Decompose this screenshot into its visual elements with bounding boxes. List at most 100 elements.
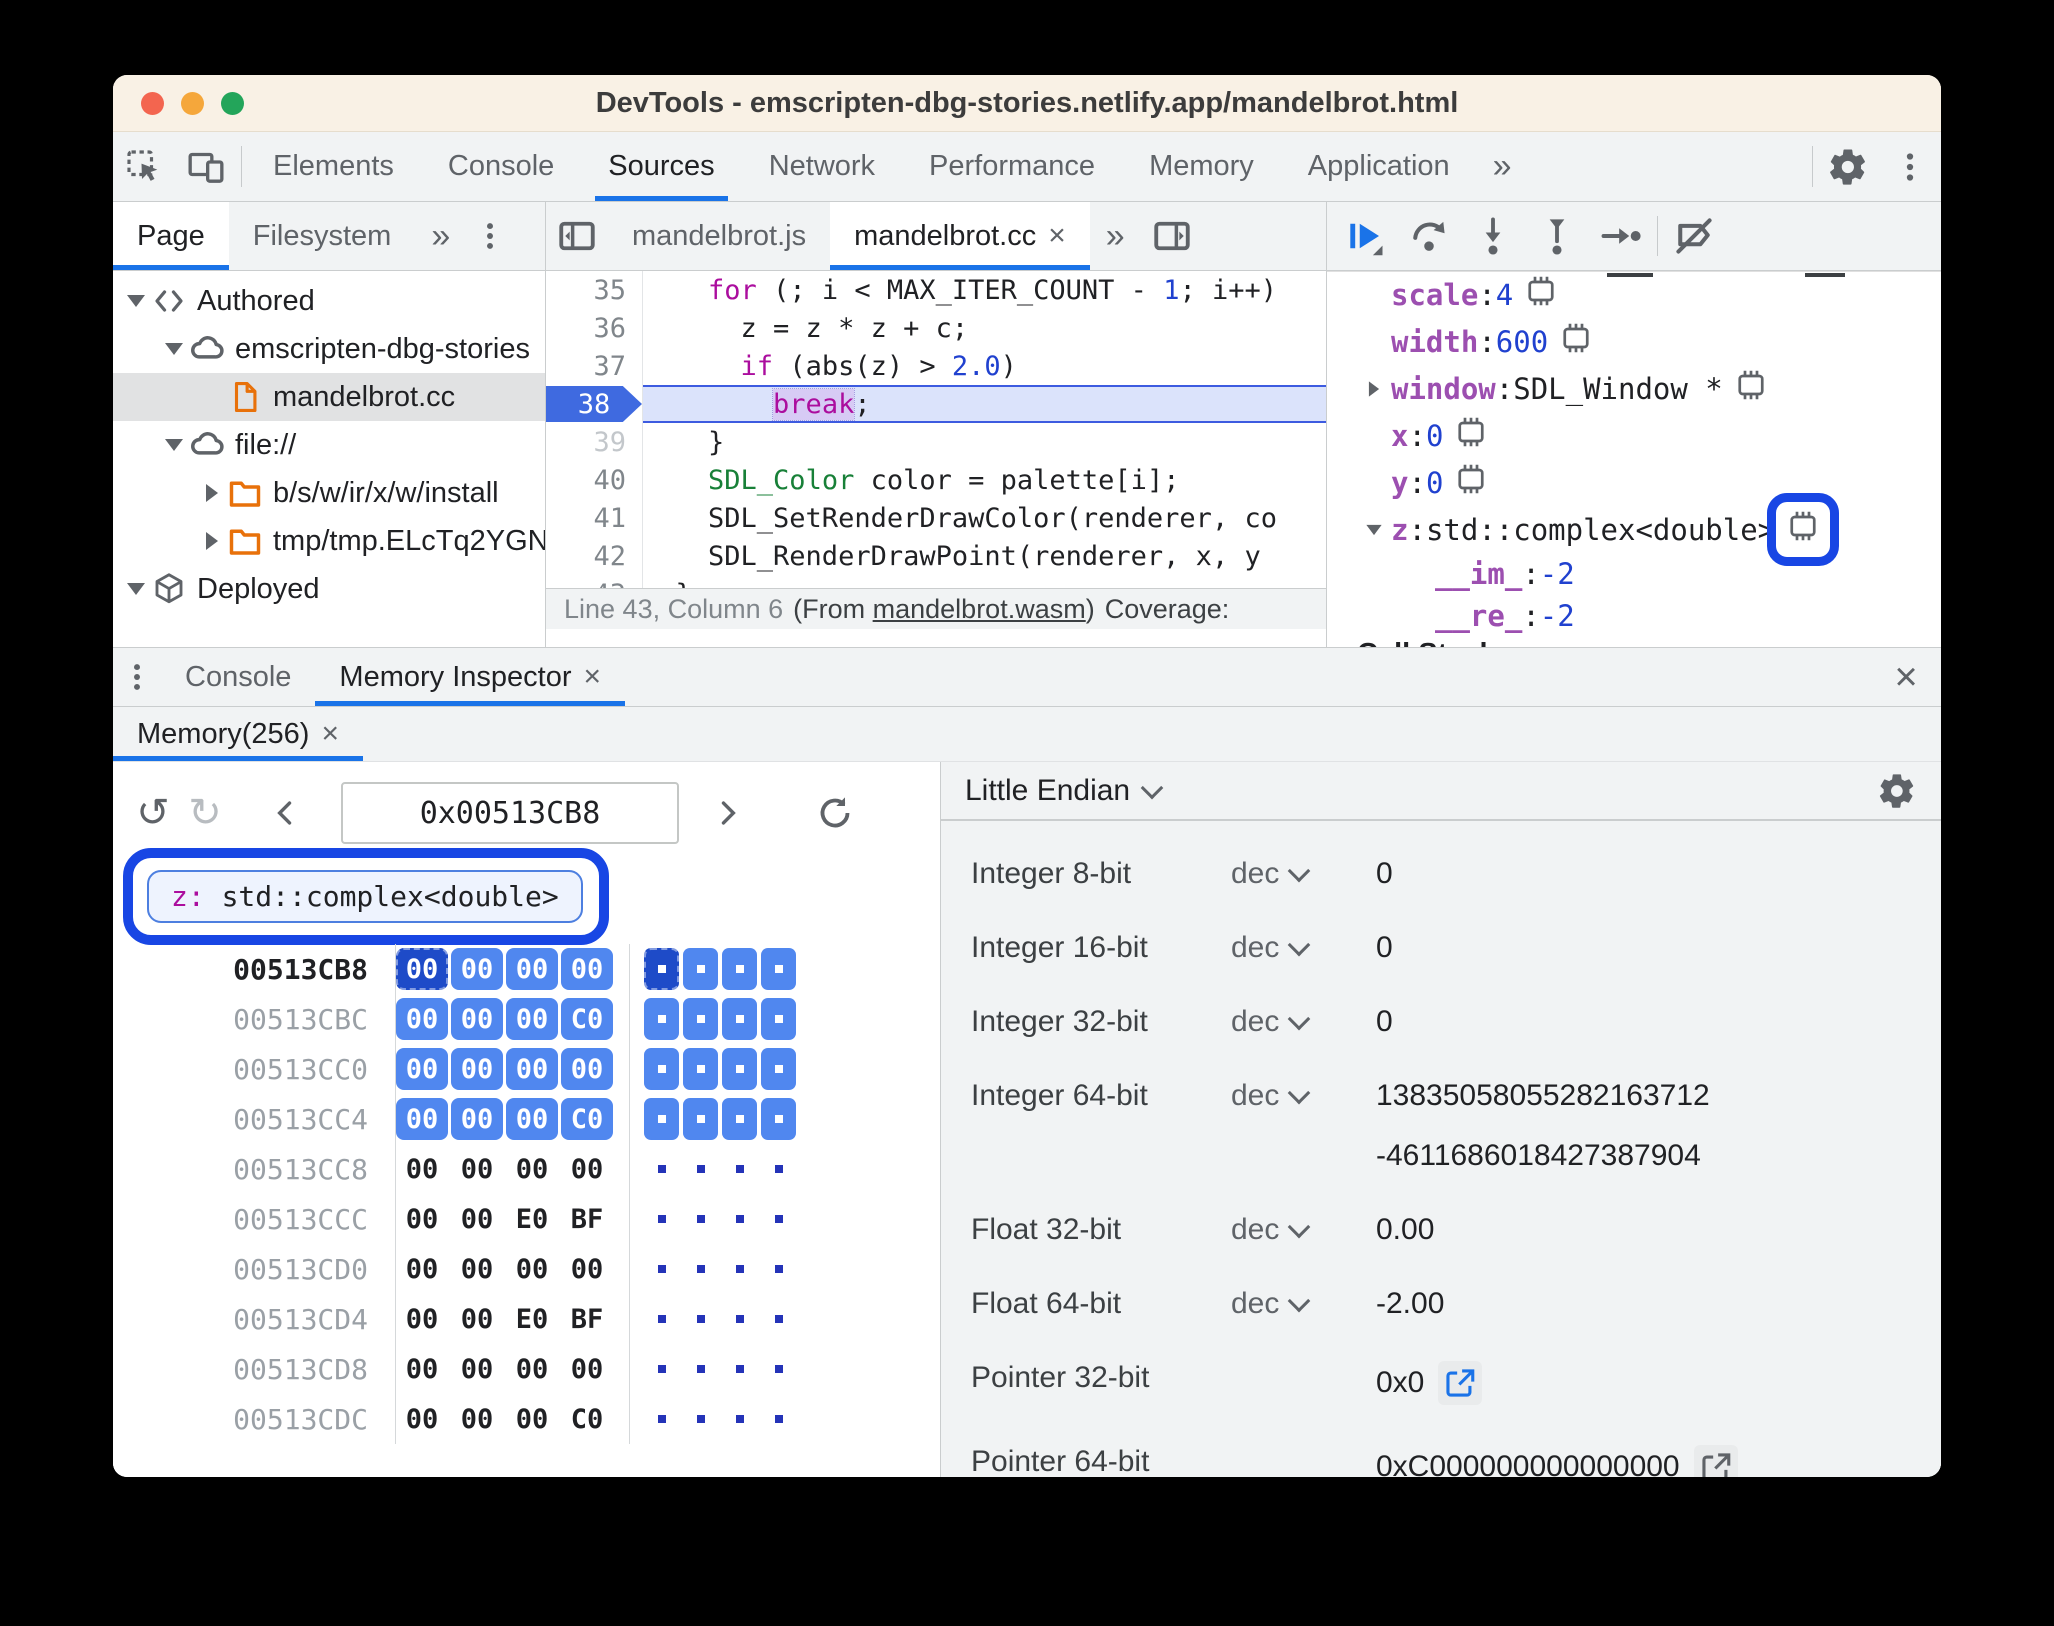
tree-expand-arrow-icon[interactable] [123,583,149,595]
device-toolbar-icon[interactable] [175,132,237,201]
format-dropdown[interactable]: dec [1231,1287,1376,1321]
settings-gear-icon[interactable] [1817,132,1879,201]
tree-expand-arrow-icon[interactable] [199,532,225,550]
navigator-tab-page[interactable]: Page [113,202,229,270]
tree-item-deployed[interactable]: Deployed [113,565,545,613]
byte-cell[interactable]: 00 [396,1348,448,1390]
byte-cell[interactable]: 00 [561,1148,613,1190]
step-over-icon[interactable] [1397,202,1461,270]
ascii-cell[interactable] [644,1148,679,1190]
tree-item-b-s-w-ir-x-w-install[interactable]: b/s/w/ir/x/w/install [113,469,545,517]
redo-icon[interactable]: ↻ [179,790,231,836]
main-tab-console[interactable]: Console [421,132,581,201]
highlighted-memory-tag[interactable]: z: std::complex<double> [123,848,609,945]
ascii-cell[interactable] [722,1248,757,1290]
main-tab-network[interactable]: Network [742,132,902,201]
ascii-cell[interactable] [644,1348,679,1390]
scope-variable-scale[interactable]: scale: 4 [1327,271,1941,318]
byte-cell[interactable]: 00 [451,1198,503,1240]
byte-cell[interactable]: 00 [451,998,503,1040]
step-out-icon[interactable] [1525,202,1589,270]
open-in-memory-inspector-chip-icon[interactable] [1453,415,1489,456]
format-dropdown[interactable]: dec [1231,931,1376,965]
pane-left-icon[interactable] [546,202,608,270]
resume-icon[interactable] [1333,202,1397,270]
open-in-memory-inspector-chip-icon[interactable] [1523,274,1559,315]
close-tab-icon[interactable]: × [1048,219,1066,253]
tree-item-authored[interactable]: Authored [113,277,545,325]
step-icon[interactable] [1589,202,1653,270]
line-number-37[interactable]: 37 [546,347,643,385]
ascii-cell[interactable] [761,1348,796,1390]
ascii-cell[interactable] [683,1198,718,1240]
refresh-icon[interactable] [775,793,895,833]
line-number-36[interactable]: 36 [546,309,643,347]
ascii-cell[interactable] [761,1248,796,1290]
main-tab-performance[interactable]: Performance [902,132,1122,201]
byte-cell[interactable]: 00 [451,1248,503,1290]
tree-item-tmp-tmp-elctq2ygn[interactable]: tmp/tmp.ELcTq2YGN [113,517,545,565]
tree-expand-arrow-icon[interactable] [161,439,187,451]
ascii-cell[interactable] [722,1298,757,1340]
ascii-cell[interactable] [761,1398,796,1440]
main-tab-application[interactable]: Application [1281,132,1477,201]
byte-cell[interactable]: 00 [396,1048,448,1090]
jump-to-address-icon[interactable] [1693,1445,1738,1477]
ascii-cell[interactable] [761,1048,796,1090]
byte-cell[interactable]: E0 [506,1298,558,1340]
format-dropdown[interactable]: dec [1231,1079,1376,1113]
byte-cell[interactable]: 00 [451,1048,503,1090]
endianness-dropdown[interactable]: Little Endian [965,774,1164,808]
pane-right-icon[interactable] [1141,202,1203,270]
close-drawer-icon[interactable]: × [1871,648,1941,706]
ascii-cell[interactable] [722,1398,757,1440]
ascii-cell[interactable] [644,1298,679,1340]
byte-cell[interactable]: 00 [396,948,448,990]
ascii-cell[interactable] [722,1198,757,1240]
drawer-tab-memory-inspector[interactable]: Memory Inspector × [315,648,625,706]
format-dropdown[interactable]: dec [1231,1213,1376,1247]
ascii-cell[interactable] [683,1048,718,1090]
line-number-42[interactable]: 42 [546,537,643,575]
navigator-kebab-menu-icon[interactable] [466,202,514,270]
navigator-more-tabs-chevron[interactable]: » [415,202,466,270]
tree-expand-arrow-icon[interactable] [123,295,149,307]
scope-variable-window[interactable]: window: SDL_Window * [1327,365,1941,412]
byte-cell[interactable]: E0 [506,1198,558,1240]
line-number-41[interactable]: 41 [546,499,643,537]
byte-cell[interactable]: 00 [396,1398,448,1440]
byte-cell[interactable]: 00 [396,998,448,1040]
byte-cell[interactable]: C0 [561,998,613,1040]
byte-cell[interactable]: 00 [396,1198,448,1240]
tree-item-mandelbrot-cc[interactable]: mandelbrot.cc [113,373,545,421]
byte-cell[interactable]: 00 [451,948,503,990]
close-drawer-tab-icon[interactable]: × [583,660,601,694]
byte-cell[interactable]: 00 [561,1348,613,1390]
byte-cell[interactable]: 00 [396,1298,448,1340]
tree-expand-arrow-icon[interactable] [161,343,187,355]
ascii-cell[interactable] [683,998,718,1040]
line-number-35[interactable]: 35 [546,271,643,309]
ascii-cell[interactable] [761,1198,796,1240]
byte-cell[interactable]: 00 [506,1398,558,1440]
byte-cell[interactable]: BF [561,1198,613,1240]
ascii-cell[interactable] [644,1048,679,1090]
more-tabs-chevron[interactable]: » [1477,132,1528,201]
byte-cell[interactable]: 00 [451,1098,503,1140]
ascii-cell[interactable] [761,1298,796,1340]
scope-variable-x[interactable]: x: 0 [1327,412,1941,459]
format-dropdown[interactable]: dec [1231,1005,1376,1039]
step-into-icon[interactable] [1461,202,1525,270]
open-in-memory-inspector-chip-icon[interactable] [1785,509,1821,550]
ascii-cell[interactable] [683,1298,718,1340]
ascii-cell[interactable] [761,998,796,1040]
file-tab-mandelbrot-js[interactable]: mandelbrot.js [608,202,830,270]
byte-cell[interactable]: 00 [506,1048,558,1090]
drawer-tab-console[interactable]: Console [161,648,315,706]
ascii-cell[interactable] [683,948,718,990]
byte-cell[interactable]: 00 [451,1298,503,1340]
format-dropdown[interactable]: dec [1231,857,1376,891]
close-memory-tab-icon[interactable]: × [321,717,339,751]
ascii-cell[interactable] [722,948,757,990]
scope-variable-re[interactable]: __re_: -2 [1327,595,1941,637]
